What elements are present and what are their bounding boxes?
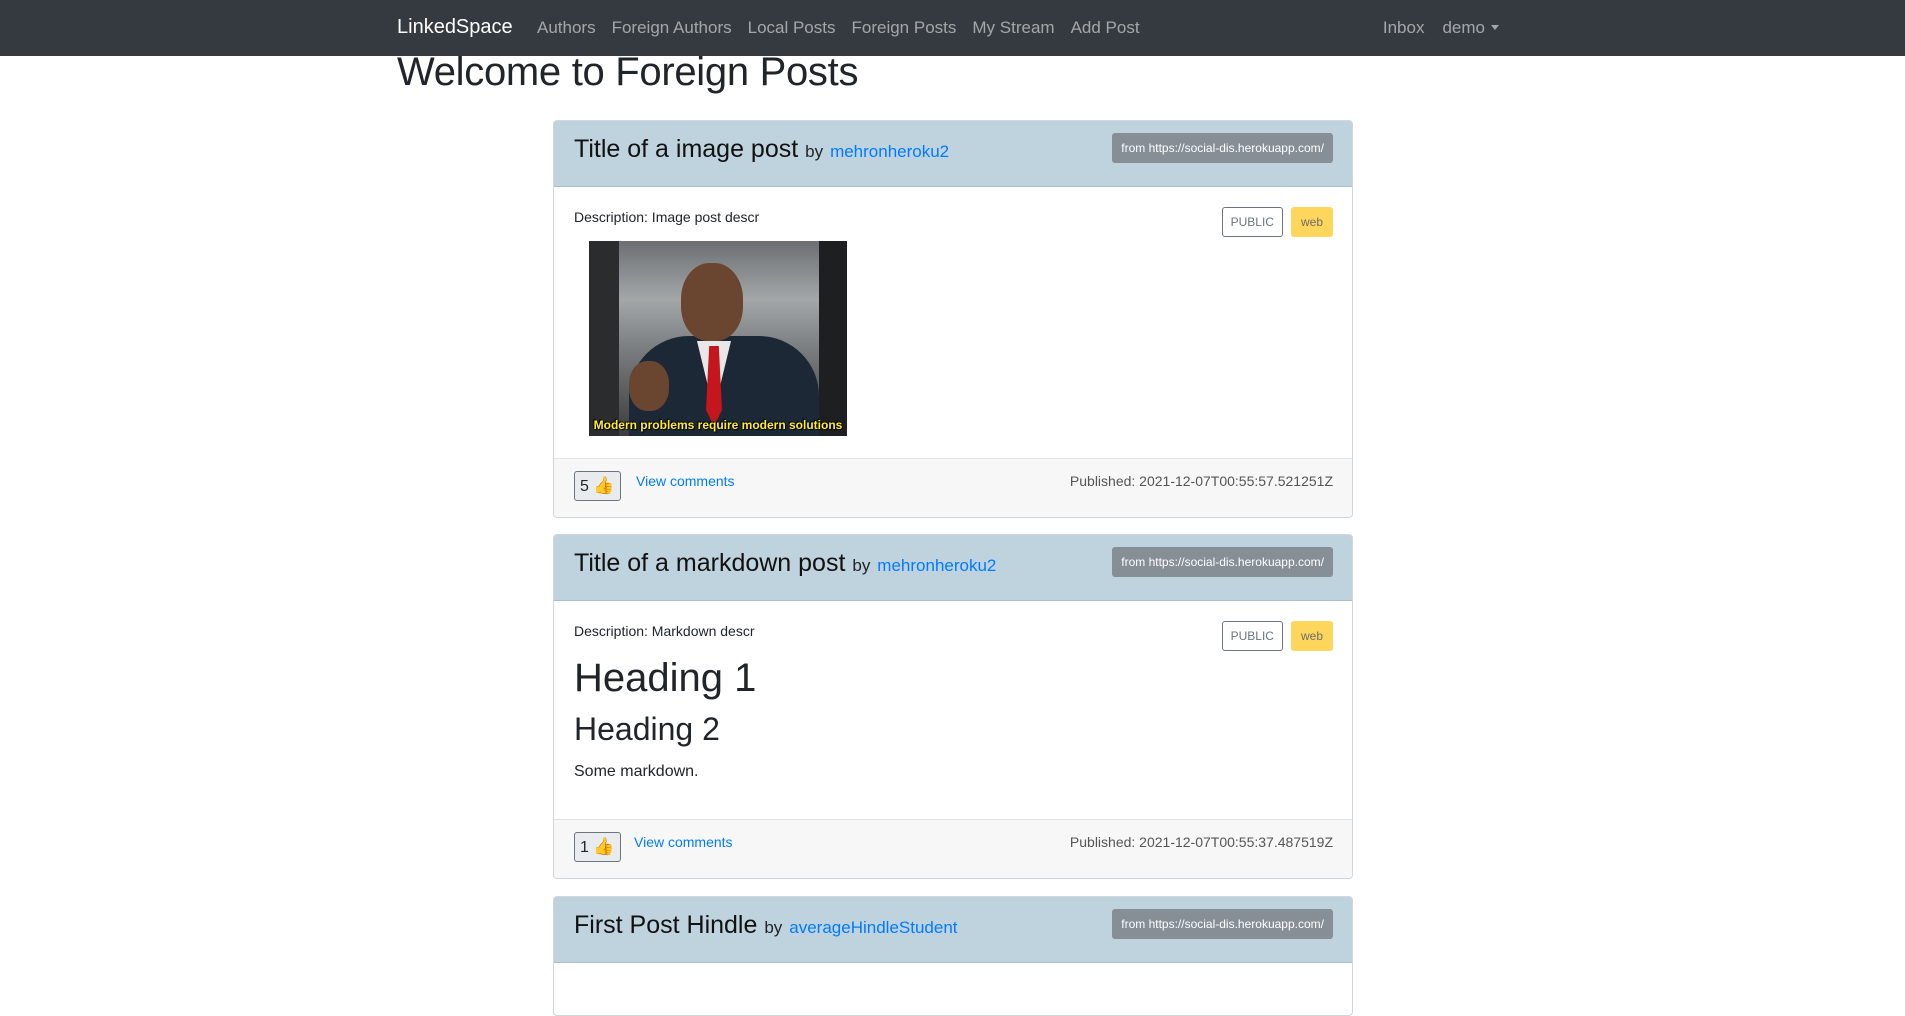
origin-badge: from https://social-dis.herokuapp.com/	[1112, 133, 1333, 163]
nav-link-foreign-posts[interactable]: Foreign Posts	[852, 18, 957, 38]
post-title-text: First Post Hindle	[574, 911, 758, 939]
category-badge: web	[1290, 207, 1333, 237]
markdown-heading-2: Heading 2	[574, 711, 720, 747]
post-by-label: by	[852, 556, 871, 575]
visibility-badge: PUBLIC	[1221, 207, 1283, 237]
post-body: Description: Image post descr PUBLIC web…	[554, 187, 1352, 458]
published-date: Published: 2021-12-07T00:55:57.521251Z	[1069, 473, 1333, 489]
post-header: First Post Hindle by averageHindleStuden…	[554, 897, 1352, 963]
like-count: 5	[580, 478, 589, 495]
user-name: demo	[1442, 18, 1485, 37]
nav-link-my-stream[interactable]: My Stream	[972, 18, 1054, 38]
post-footer: 1 👍 View comments Published: 2021-12-07T…	[554, 819, 1352, 878]
post-title-text: Title of a markdown post	[574, 549, 846, 577]
page-title: Welcome to Foreign Posts	[397, 50, 859, 94]
view-comments-link[interactable]: View comments	[636, 473, 735, 489]
post-by-label: by	[764, 918, 783, 937]
origin-badge: from https://social-dis.herokuapp.com/	[1112, 909, 1333, 939]
post-title: First Post Hindle by averageHindleStuden…	[574, 911, 958, 940]
post-author-link[interactable]: averageHindleStudent	[789, 918, 957, 937]
nav-right: Inbox demo	[1365, 18, 1499, 38]
like-count: 1	[580, 839, 589, 856]
post-header: Title of a image post by mehronheroku2 f…	[554, 121, 1352, 187]
post-body: Description: Markdown descr PUBLIC web H…	[554, 601, 1352, 819]
image-caption: Modern problems require modern solutions	[593, 418, 843, 432]
user-dropdown[interactable]: demo	[1442, 18, 1499, 38]
like-button[interactable]: 1 👍	[574, 832, 621, 862]
image-bg-right	[819, 241, 847, 436]
markdown-paragraph: Some markdown.	[574, 763, 699, 780]
image-figure-face	[681, 263, 743, 341]
chevron-down-icon	[1491, 25, 1499, 30]
brand-link[interactable]: LinkedSpace	[397, 16, 513, 39]
post-author-link[interactable]: mehronheroku2	[830, 142, 949, 161]
post-description: Description: Image post descr	[574, 209, 760, 225]
image-bg-left	[589, 241, 619, 436]
nav-link-inbox[interactable]: Inbox	[1383, 18, 1425, 38]
published-date: Published: 2021-12-07T00:55:37.487519Z	[1069, 834, 1333, 850]
nav-link-foreign-authors[interactable]: Foreign Authors	[612, 18, 732, 38]
post-by-label: by	[805, 142, 824, 161]
nav-link-authors[interactable]: Authors	[537, 18, 596, 38]
post-description: Description: Markdown descr	[574, 623, 755, 639]
image-figure-hand	[629, 361, 669, 411]
post-title: Title of a markdown post by mehronheroku…	[574, 549, 996, 578]
nav-link-add-post[interactable]: Add Post	[1071, 18, 1140, 38]
category-badge: web	[1290, 621, 1333, 651]
nav-links: Authors Foreign Authors Local Posts Fore…	[537, 18, 1156, 38]
post-card: First Post Hindle by averageHindleStuden…	[553, 896, 1353, 1016]
post-tags: PUBLIC web	[1221, 207, 1333, 237]
thumbs-up-icon: 👍	[593, 476, 615, 495]
like-button[interactable]: 5 👍	[574, 471, 621, 501]
post-header: Title of a markdown post by mehronheroku…	[554, 535, 1352, 601]
navbar: LinkedSpace Authors Foreign Authors Loca…	[0, 0, 1905, 56]
post-card: Title of a markdown post by mehronheroku…	[553, 534, 1353, 879]
nav-link-local-posts[interactable]: Local Posts	[748, 18, 836, 38]
visibility-badge: PUBLIC	[1221, 621, 1283, 651]
markdown-heading-1: Heading 1	[574, 656, 757, 700]
post-tags: PUBLIC web	[1221, 621, 1333, 651]
post-image: Modern problems require modern solutions	[589, 241, 847, 436]
post-title-text: Title of a image post	[574, 135, 799, 163]
view-comments-link[interactable]: View comments	[634, 834, 733, 850]
origin-badge: from https://social-dis.herokuapp.com/	[1112, 547, 1333, 577]
post-card: Title of a image post by mehronheroku2 f…	[553, 120, 1353, 518]
post-author-link[interactable]: mehronheroku2	[877, 556, 996, 575]
thumbs-up-icon: 👍	[593, 837, 615, 856]
post-footer: 5 👍 View comments Published: 2021-12-07T…	[554, 458, 1352, 517]
post-title: Title of a image post by mehronheroku2	[574, 135, 949, 164]
